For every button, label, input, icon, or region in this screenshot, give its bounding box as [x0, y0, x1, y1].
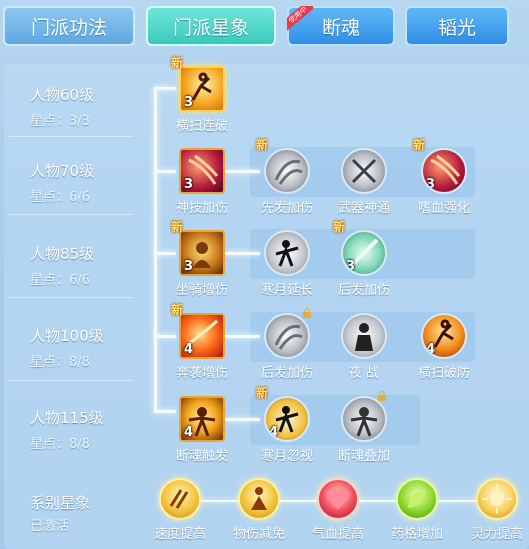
skill-name: 气血提高 — [311, 527, 364, 542]
row-divider — [8, 136, 133, 137]
new-badge: 新 — [171, 220, 184, 234]
skill-name: 后发加伤 — [337, 283, 390, 298]
skill-name: 先发加伤 — [260, 201, 313, 216]
armored-warrior-icon — [341, 313, 387, 359]
new-badge: 新 — [333, 220, 346, 234]
skill-late-strike-dmg-2[interactable]: 后发加伤 — [252, 308, 322, 381]
skill-night-battle[interactable]: 夜 战 — [329, 313, 399, 381]
skill-name: 嗜血强化 — [417, 201, 470, 216]
skill-name: 寒月延长 — [260, 283, 313, 298]
power-aura-icon: 4 — [179, 396, 225, 442]
tab-label: 门派功法 — [30, 16, 107, 39]
tab-label: 断魂 — [321, 16, 360, 39]
jade-blade-icon: 3 — [341, 230, 387, 276]
skill-duanhun-trigger[interactable]: 4 断魂触发 — [167, 396, 237, 464]
skill-name: 断魂触发 — [175, 449, 228, 464]
guardian-icon — [238, 478, 280, 520]
tab-sect-stars[interactable]: 门派星象 — [146, 6, 276, 46]
skill-name: 后发加伤 — [260, 366, 313, 381]
series-potion-slots[interactable]: 药格增加 — [382, 478, 452, 542]
blade-swirl-icon — [264, 313, 310, 359]
lock-icon — [378, 391, 386, 401]
blade-swirl-icon — [264, 148, 310, 194]
sweep-strike-icon: 3 — [179, 66, 225, 112]
skill-sweep-armor-break[interactable]: 4 横扫破防 — [409, 313, 479, 381]
skill-divine-dmg[interactable]: 3 神技加伤 — [167, 148, 237, 216]
skill-name: 寒月忽视 — [260, 449, 313, 464]
radiant-hand-icon — [476, 478, 518, 520]
series-phys-reduce[interactable]: 物伤减免 — [224, 478, 294, 542]
new-badge: 新 — [413, 138, 426, 152]
skill-name: 速度提高 — [153, 527, 206, 542]
skill-first-strike-dmg[interactable]: 新 先发加伤 — [252, 138, 322, 216]
skill-mount-dmg[interactable]: 新 3 坐骑增伤 — [167, 220, 237, 298]
new-badge: 新 — [171, 56, 184, 70]
heart-icon — [317, 478, 359, 520]
skill-name: 横扫破防 — [417, 366, 470, 381]
speed-icon — [159, 478, 201, 520]
claw-slash-icon: 3 — [179, 148, 225, 194]
crossed-blades-icon — [341, 148, 387, 194]
power-aura-icon — [341, 396, 387, 442]
in-use-badge: 使用中 — [287, 6, 313, 32]
skill-charge-dmg[interactable]: 新 4 奔袭增伤 — [167, 303, 237, 381]
skill-name: 夜 战 — [348, 366, 380, 381]
row-divider — [8, 297, 133, 298]
skill-bloodlust[interactable]: 新 3 嗜血强化 — [409, 138, 479, 216]
skill-sweep-combo[interactable]: 新 3 横扫连破 — [167, 56, 237, 134]
row-level-60: 人物60级 星点：3/3 — [30, 86, 95, 129]
series-mana-up[interactable]: 灵力提高 — [462, 478, 529, 542]
row-level-115: 人物115级 星点：8/8 — [30, 409, 104, 452]
beast-rider-icon: 3 — [179, 230, 225, 276]
series-title: 系别星象 — [30, 494, 91, 512]
skill-frost-moon-ignore[interactable]: 新 4 寒月忽视 — [252, 386, 322, 464]
tab-label: 韬光 — [437, 16, 476, 39]
tab-label: 门派星象 — [172, 16, 249, 39]
tab-duanhun[interactable]: 使用中 断魂 — [287, 6, 395, 46]
new-badge: 新 — [256, 138, 269, 152]
claw-slash-icon: 3 — [421, 148, 467, 194]
tree-connector — [154, 88, 157, 411]
skill-weapon-mastery[interactable]: 武器神通 — [329, 148, 399, 216]
new-badge: 新 — [171, 303, 184, 317]
fire-slash-icon: 4 — [179, 313, 225, 359]
sweep-strike-icon: 4 — [421, 313, 467, 359]
tab-taoguang[interactable]: 韬光 — [405, 6, 509, 46]
row-level-85: 人物85级 星点：6/6 — [30, 245, 95, 288]
tab-sect-skills[interactable]: 门派功法 — [3, 6, 135, 46]
skill-name: 物伤减免 — [232, 527, 285, 542]
series-speed-up[interactable]: 速度提高 — [145, 478, 215, 542]
row-level-70: 人物70级 星点：6/6 — [30, 162, 95, 205]
lock-icon — [303, 308, 311, 318]
shadow-warrior-icon: 4 — [264, 396, 310, 442]
series-status: 已激活 — [30, 519, 70, 534]
skill-name: 坐骑增伤 — [175, 283, 228, 298]
row-level-100: 人物100级 星点：8/8 — [30, 327, 104, 370]
skill-name: 断魂叠加 — [337, 449, 390, 464]
row-divider — [8, 214, 133, 215]
skill-name: 灵力提高 — [470, 527, 523, 542]
skill-name: 奔袭增伤 — [175, 366, 228, 381]
shadow-warrior-icon — [264, 230, 310, 276]
leaf-icon — [396, 478, 438, 520]
row-divider — [8, 380, 133, 381]
skill-name: 药格增加 — [390, 527, 443, 542]
skill-duanhun-stack[interactable]: 断魂叠加 — [329, 391, 399, 464]
series-hp-up[interactable]: 气血提高 — [303, 478, 373, 542]
skill-name: 横扫连破 — [175, 119, 228, 134]
skill-late-strike-dmg[interactable]: 新 3 后发加伤 — [329, 220, 399, 298]
new-badge: 新 — [256, 386, 269, 400]
skill-frost-moon-extend[interactable]: 寒月延长 — [252, 230, 322, 298]
skill-name: 武器神通 — [337, 201, 390, 216]
skill-name: 神技加伤 — [175, 201, 228, 216]
